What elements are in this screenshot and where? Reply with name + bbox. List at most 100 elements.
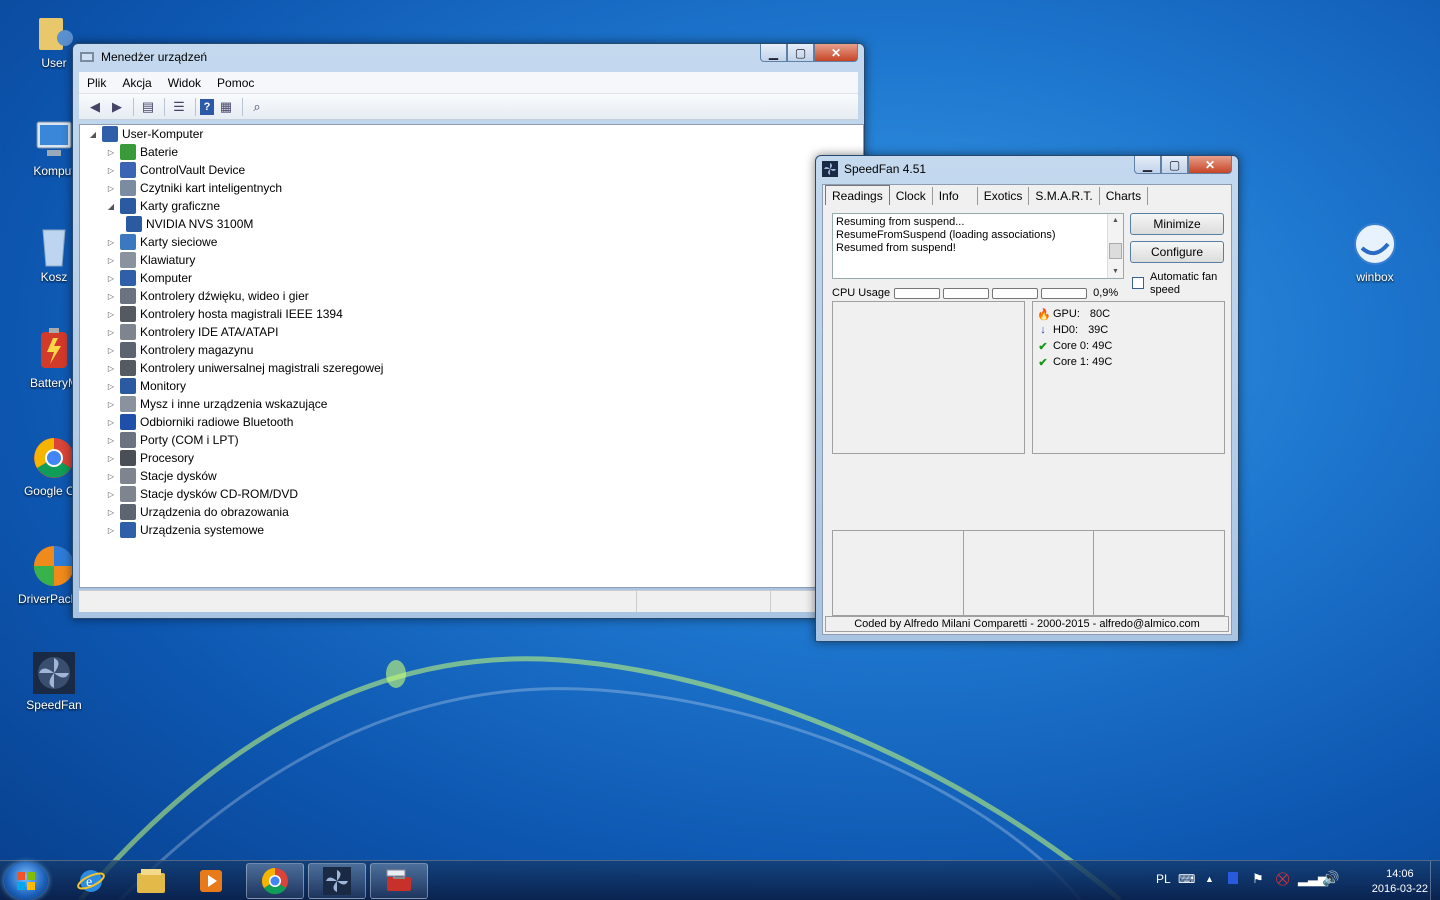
tree-category-item[interactable]: ▷ Porty (COM i LPT) bbox=[106, 431, 239, 449]
expand-arrow-icon[interactable]: ▷ bbox=[106, 454, 116, 463]
keyboard-icon[interactable]: ⌨ bbox=[1178, 872, 1195, 886]
action-center-flag-icon[interactable]: ⚑ bbox=[1252, 871, 1264, 887]
taskbar-internet-explorer[interactable]: e bbox=[62, 863, 120, 899]
close-button[interactable]: ✕ bbox=[1188, 156, 1232, 174]
taskbar-chrome[interactable] bbox=[246, 863, 304, 899]
tree-category-item[interactable]: ▷ Kontrolery uniwersalnej magistrali szer… bbox=[106, 359, 383, 377]
tree-category-item[interactable]: ▷ Urządzenia do obrazowania bbox=[106, 503, 289, 521]
menu-view[interactable]: Widok bbox=[160, 76, 209, 90]
expand-arrow-icon[interactable]: ▷ bbox=[106, 184, 116, 193]
tab-clock[interactable]: Clock bbox=[890, 187, 933, 205]
expand-arrow-icon[interactable]: ▷ bbox=[106, 508, 116, 517]
taskbar-explorer[interactable] bbox=[122, 863, 180, 899]
back-icon[interactable]: ◀ bbox=[85, 97, 105, 117]
expand-arrow-icon[interactable]: ▷ bbox=[106, 364, 116, 373]
taskbar-device-manager[interactable] bbox=[370, 863, 428, 899]
tree-category-item[interactable]: ▷ Czytniki kart inteligentnych bbox=[106, 179, 282, 197]
tray-app-icon[interactable] bbox=[1228, 872, 1238, 884]
log-line: ResumeFromSuspend (loading associations) bbox=[836, 229, 1056, 241]
checkbox-box[interactable] bbox=[1132, 277, 1144, 289]
minimize-app-button[interactable]: Minimize bbox=[1130, 213, 1224, 235]
tray-warning-icon[interactable]: ⛒ bbox=[1276, 871, 1289, 887]
taskbar-media-player[interactable] bbox=[182, 863, 240, 899]
close-button[interactable]: ✕ bbox=[814, 44, 858, 62]
show-desktop-button[interactable] bbox=[1430, 861, 1440, 900]
language-indicator[interactable]: PL bbox=[1156, 872, 1171, 886]
expand-arrow-icon[interactable]: ▷ bbox=[106, 418, 116, 427]
tree-item-label: ControlVault Device bbox=[140, 163, 246, 177]
menu-action[interactable]: Akcja bbox=[114, 76, 159, 90]
tree-category-item[interactable]: ▷ Kontrolery dźwięku, wideo i gier bbox=[106, 287, 309, 305]
tree-category-item[interactable]: ▷ Odbiorniki radiowe Bluetooth bbox=[106, 413, 293, 431]
tree-category-item[interactable]: ▷ Kontrolery hosta magistrali IEEE 1394 bbox=[106, 305, 343, 323]
scan-hardware-icon[interactable]: ⌕ bbox=[247, 97, 267, 117]
expand-arrow-icon[interactable]: ▷ bbox=[106, 526, 116, 535]
minimize-button[interactable]: ▁ bbox=[1134, 156, 1161, 174]
collapse-arrow-icon[interactable]: ◢ bbox=[106, 202, 116, 211]
tree-category-item[interactable]: ▷ Mysz i inne urządzenia wskazujące bbox=[106, 395, 327, 413]
log-scrollbar[interactable]: ▲ ▼ bbox=[1107, 214, 1123, 278]
cpu-icon bbox=[120, 450, 136, 466]
volume-icon[interactable]: 🔊 bbox=[1322, 870, 1339, 887]
tree-category-item[interactable]: ▷ Kontrolery IDE ATA/ATAPI bbox=[106, 323, 279, 341]
expand-arrow-icon[interactable]: ▷ bbox=[106, 310, 116, 319]
tree-root[interactable]: ◢ User-Komputer bbox=[88, 125, 203, 143]
help-icon[interactable]: ? bbox=[200, 98, 214, 115]
desktop-icon-winbox[interactable]: winbox bbox=[1334, 222, 1416, 284]
ide-icon bbox=[120, 324, 136, 340]
tree-category-item[interactable]: ▷ Stacje dysków CD-ROM/DVD bbox=[106, 485, 298, 503]
tree-category-item[interactable]: ▷ Kontrolery magazynu bbox=[106, 341, 253, 359]
tree-category-item[interactable]: ▷ Baterie bbox=[106, 143, 178, 161]
show-hide-tree-icon[interactable]: ▤ bbox=[138, 97, 158, 117]
tree-device-item[interactable]: NVIDIA NVS 3100M bbox=[126, 215, 253, 233]
expand-arrow-icon[interactable]: ▷ bbox=[106, 472, 116, 481]
reading-value: 49C bbox=[1092, 340, 1113, 352]
menu-file[interactable]: Plik bbox=[79, 76, 114, 90]
maximize-button[interactable]: ▢ bbox=[1161, 156, 1188, 174]
clock[interactable]: 14:06 2016-03-22 bbox=[1372, 867, 1428, 897]
title-bar[interactable]: Menedżer urządzeń bbox=[73, 44, 864, 70]
expand-arrow-icon[interactable]: ▷ bbox=[106, 238, 116, 247]
expand-arrow-icon[interactable]: ▷ bbox=[106, 292, 116, 301]
auto-fan-speed-checkbox[interactable]: Automatic fan speed bbox=[1132, 271, 1217, 297]
expand-arrow-icon[interactable]: ▷ bbox=[106, 148, 116, 157]
tree-category-item[interactable]: ▷ Urządzenia systemowe bbox=[106, 521, 264, 539]
tree-item-label: Stacje dysków CD-ROM/DVD bbox=[140, 487, 299, 501]
forward-icon[interactable]: ▶ bbox=[107, 97, 127, 117]
tree-category-item[interactable]: ▷ Procesory bbox=[106, 449, 194, 467]
minimize-button[interactable]: ▁ bbox=[760, 44, 787, 62]
maximize-button[interactable]: ▢ bbox=[787, 44, 814, 62]
log-box[interactable]: Resuming from suspend... ResumeFromSuspe… bbox=[832, 213, 1124, 279]
expand-arrow-icon[interactable]: ▷ bbox=[106, 328, 116, 337]
tab-smart[interactable]: S.M.A.R.T. bbox=[1029, 187, 1100, 205]
menu-help[interactable]: Pomoc bbox=[209, 76, 262, 90]
tree-category-item[interactable]: ◢ Karty graficzne bbox=[106, 197, 220, 215]
tree-category-item[interactable]: ▷ Karty sieciowe bbox=[106, 233, 217, 251]
start-button[interactable] bbox=[4, 862, 48, 900]
tab-exotics[interactable]: Exotics bbox=[978, 187, 1030, 205]
tab-charts[interactable]: Charts bbox=[1100, 187, 1149, 205]
expand-arrow-icon[interactable]: ▷ bbox=[106, 400, 116, 409]
tree-item-label: NVIDIA NVS 3100M bbox=[146, 217, 254, 231]
tab-info[interactable]: Info bbox=[933, 187, 978, 205]
expand-arrow-icon[interactable]: ▷ bbox=[106, 490, 116, 499]
tree-category-item[interactable]: ▷ Stacje dysków bbox=[106, 467, 217, 485]
expand-arrow-icon[interactable]: ▷ bbox=[106, 346, 116, 355]
show-hidden-icons-icon[interactable]: ▲ bbox=[1205, 874, 1214, 884]
tree-category-item[interactable]: ▷ Klawiatury bbox=[106, 251, 195, 269]
properties-icon[interactable]: ☰ bbox=[169, 97, 189, 117]
view-icon[interactable]: ▦ bbox=[216, 97, 236, 117]
tree-category-item[interactable]: ▷ Komputer bbox=[106, 269, 192, 287]
expand-arrow-icon[interactable]: ▷ bbox=[106, 256, 116, 265]
tree-category-item[interactable]: ▷ ControlVault Device bbox=[106, 161, 245, 179]
expand-arrow-icon[interactable]: ▷ bbox=[106, 382, 116, 391]
expand-arrow-icon[interactable]: ▷ bbox=[106, 166, 116, 175]
tree-category-item[interactable]: ▷ Monitory bbox=[106, 377, 186, 395]
expand-arrow-icon[interactable]: ▷ bbox=[106, 436, 116, 445]
taskbar-speedfan[interactable] bbox=[308, 863, 366, 899]
desktop-icon-speedfan[interactable]: SpeedFan bbox=[13, 650, 95, 712]
configure-button[interactable]: Configure bbox=[1130, 241, 1224, 263]
expand-arrow-icon[interactable]: ◢ bbox=[88, 130, 98, 139]
tab-readings[interactable]: Readings bbox=[825, 185, 890, 205]
expand-arrow-icon[interactable]: ▷ bbox=[106, 274, 116, 283]
